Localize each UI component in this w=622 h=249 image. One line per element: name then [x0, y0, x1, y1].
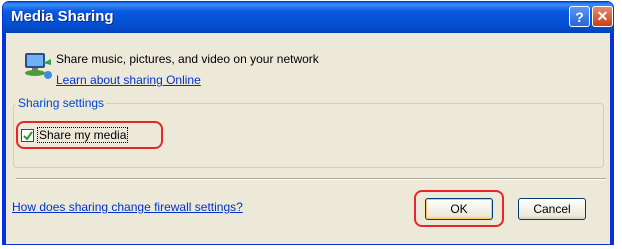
separator — [16, 178, 606, 180]
close-icon: ✕ — [596, 8, 609, 24]
cancel-button[interactable]: Cancel — [518, 198, 586, 220]
title-bar[interactable]: Media Sharing ? ✕ — [3, 2, 613, 33]
cancel-button-label: Cancel — [533, 202, 571, 216]
checkbox-highlight-annotation — [16, 121, 163, 149]
network-sharing-icon — [25, 53, 52, 79]
ok-highlight-annotation — [414, 190, 504, 227]
dialog-body: Share music, pictures, and video on your… — [3, 33, 613, 244]
window-title: Media Sharing — [11, 8, 114, 25]
help-button[interactable]: ? — [569, 6, 590, 27]
dialog-heading: Share music, pictures, and video on your… — [56, 52, 319, 66]
media-sharing-dialog: Media Sharing ? ✕ Share music, pictures,… — [2, 1, 614, 245]
close-button[interactable]: ✕ — [592, 6, 613, 27]
sharing-settings-label: Sharing settings — [16, 96, 107, 110]
firewall-settings-link[interactable]: How does sharing change firewall setting… — [12, 200, 243, 214]
learn-about-sharing-link[interactable]: Learn about sharing Online — [56, 73, 201, 87]
help-icon: ? — [575, 8, 584, 25]
